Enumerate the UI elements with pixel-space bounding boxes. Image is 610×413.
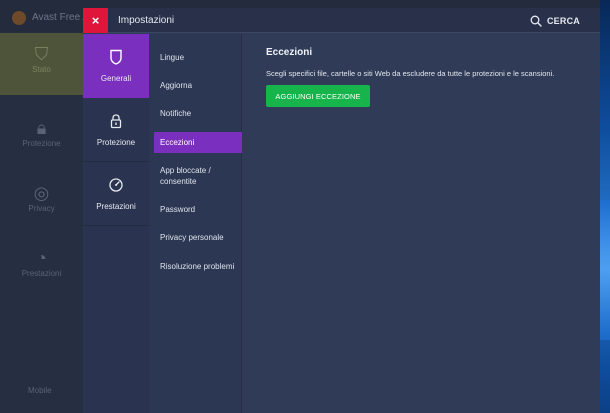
- submenu-item-lingue[interactable]: Lingue: [154, 47, 242, 68]
- settings-submenu: Lingue Aggiorna Notifiche Eccezioni App …: [149, 34, 242, 413]
- avast-app-name: Avast Free A: [32, 12, 90, 23]
- search-button[interactable]: CERCA: [530, 13, 580, 29]
- lock-icon: [110, 114, 122, 129]
- category-prestazioni[interactable]: Prestazioni: [83, 162, 149, 226]
- category-generali[interactable]: Generali: [83, 34, 149, 98]
- page-description: Scegli specifici file, cartelle o siti W…: [266, 69, 555, 78]
- nav-item-mobile[interactable]: Mobile: [28, 386, 52, 395]
- category-protezione[interactable]: Protezione: [83, 98, 149, 162]
- submenu-item-notifiche[interactable]: Notifiche: [154, 103, 242, 124]
- search-label: CERCA: [546, 16, 580, 26]
- submenu-item-app-bloccate[interactable]: App bloccate / consentite: [154, 160, 234, 192]
- page-title: Eccezioni: [266, 47, 313, 58]
- submenu-item-aggiorna[interactable]: Aggiorna: [154, 75, 242, 96]
- category-label: Generali: [100, 74, 132, 83]
- settings-topbar: × Impostazioni CERCA: [83, 8, 600, 33]
- close-button[interactable]: ×: [83, 8, 108, 33]
- nav-item-label: Protezione: [22, 139, 61, 148]
- avast-main-nav: ⛉ Stato 🔒︎ Protezione ◎ Privacy ◔ Presta…: [0, 33, 83, 413]
- speedometer-icon: [109, 178, 123, 192]
- settings-categories: Generali Protezione Prestazioni: [83, 34, 149, 413]
- submenu-item-risoluzione-problemi[interactable]: Risoluzione problemi: [154, 256, 242, 277]
- submenu-item-password[interactable]: Password: [154, 199, 242, 220]
- nav-item-protezione[interactable]: 🔒︎ Protezione: [0, 107, 83, 169]
- nav-item-prestazioni[interactable]: ◔ Prestazioni: [0, 237, 83, 299]
- nav-item-stato[interactable]: ⛉ Stato: [0, 33, 83, 95]
- nav-item-label: Stato: [32, 65, 51, 74]
- settings-title: Impostazioni: [118, 15, 175, 26]
- wallpaper-light-beam: [600, 200, 610, 340]
- nav-item-label: Prestazioni: [21, 269, 62, 278]
- speedometer-icon: ◔: [36, 248, 47, 268]
- search-icon: [530, 15, 542, 27]
- settings-content: Eccezioni Scegli specifici file, cartell…: [242, 34, 600, 413]
- submenu-item-privacy-personale[interactable]: Privacy personale: [154, 227, 242, 248]
- shield-icon: [110, 49, 122, 65]
- fingerprint-icon: ◎: [33, 183, 50, 203]
- category-label: Prestazioni: [96, 202, 136, 211]
- submenu-item-eccezioni[interactable]: Eccezioni: [154, 132, 242, 153]
- avast-logo-icon: [12, 11, 26, 25]
- lock-icon: 🔒︎: [36, 118, 47, 138]
- nav-item-privacy[interactable]: ◎ Privacy: [0, 172, 83, 234]
- add-exception-button[interactable]: AGGIUNGI ECCEZIONE: [266, 85, 370, 107]
- category-label: Protezione: [96, 138, 136, 147]
- settings-panel: × Impostazioni CERCA Generali Protezione: [83, 8, 600, 413]
- shield-icon: ⛉: [34, 44, 49, 64]
- nav-item-label: Privacy: [28, 204, 55, 213]
